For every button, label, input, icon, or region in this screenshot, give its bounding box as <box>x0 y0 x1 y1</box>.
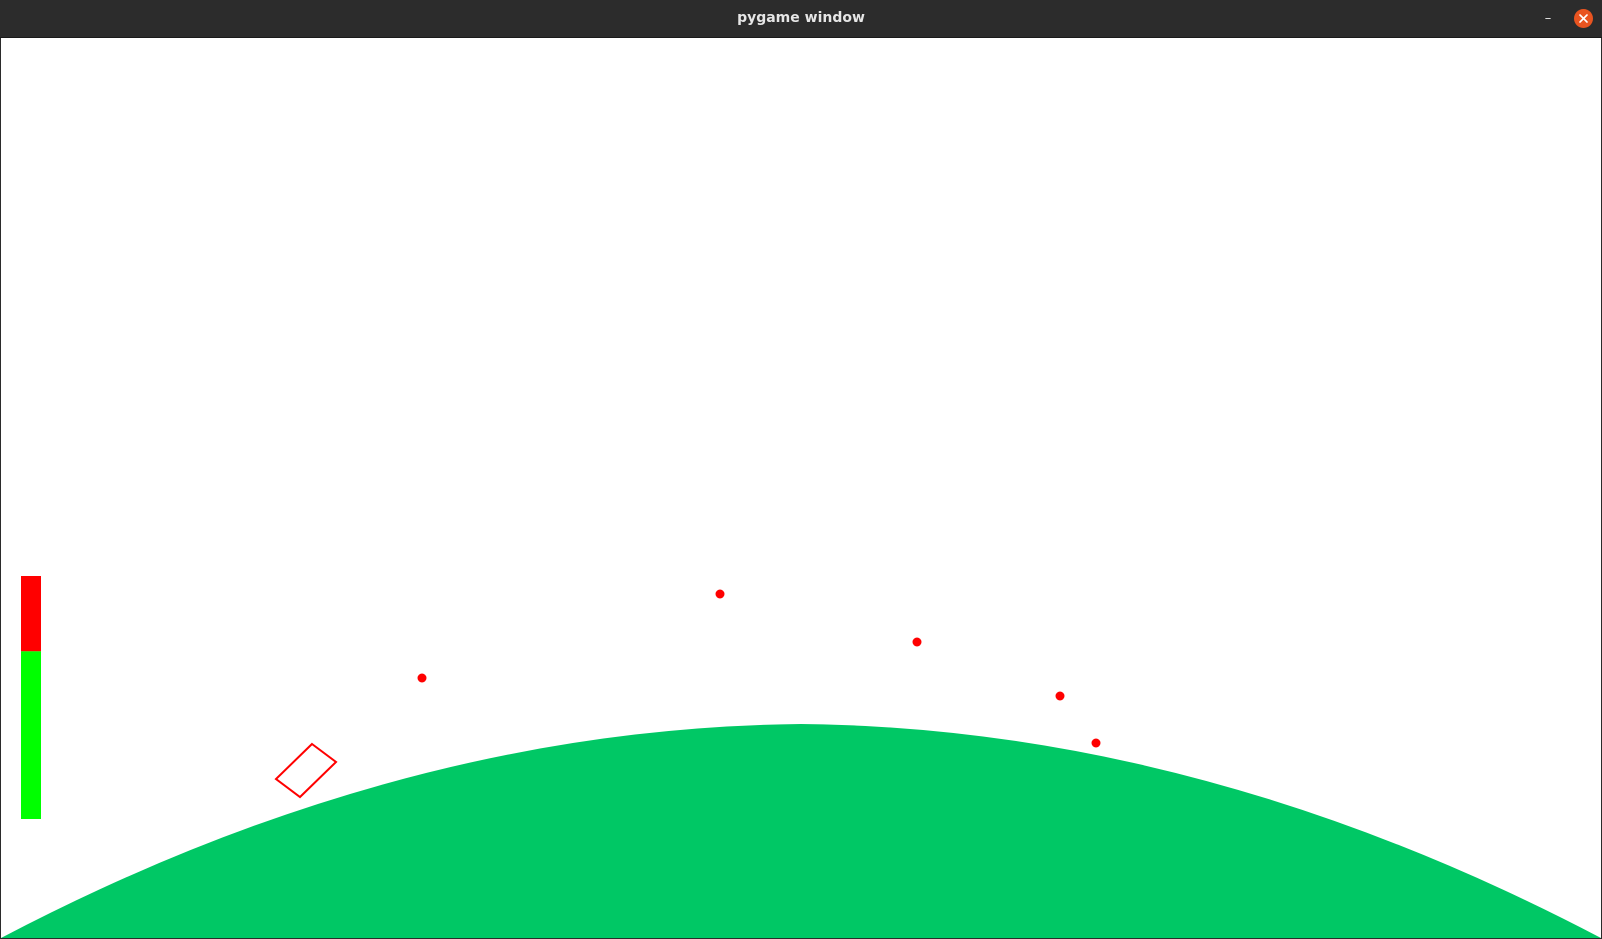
projectile-dot <box>715 589 725 599</box>
title-bar[interactable]: pygame window – <box>0 0 1602 38</box>
fuel-gauge-remaining <box>21 651 41 819</box>
pygame-window: pygame window – <box>0 0 1602 939</box>
window-title: pygame window <box>737 10 865 26</box>
fuel-gauge <box>21 576 41 819</box>
projectile-dot <box>1055 691 1065 701</box>
projectile-dot <box>417 673 427 683</box>
projectile-dot <box>912 637 922 647</box>
projectile-dot <box>1091 738 1101 748</box>
close-button[interactable] <box>1574 9 1593 28</box>
game-canvas[interactable] <box>1 38 1601 938</box>
lander-outline <box>274 742 338 799</box>
close-icon <box>1579 14 1588 23</box>
fuel-gauge-used <box>21 576 41 652</box>
game-scene <box>1 576 1601 938</box>
planet-surface <box>1 724 1601 938</box>
minimize-button[interactable]: – <box>1536 8 1560 30</box>
